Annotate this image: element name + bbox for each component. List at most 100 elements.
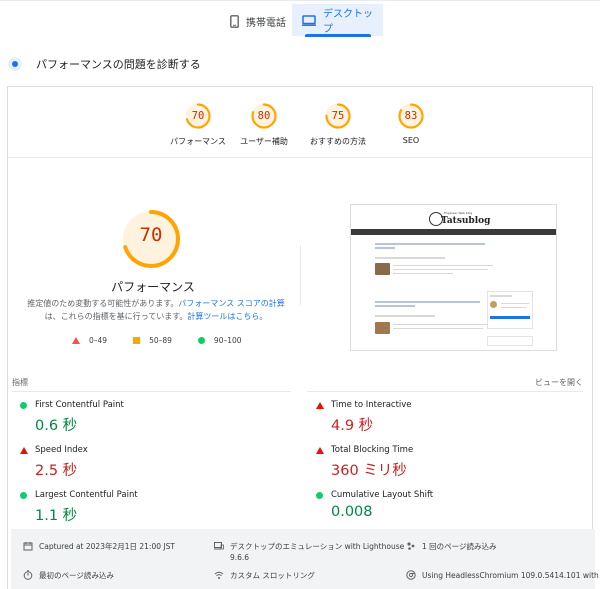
good-circle-icon [315, 491, 325, 501]
post-excerpt-line [393, 273, 453, 274]
throttling-info: カスタム スロットリング [214, 570, 315, 581]
metrics-rule [12, 391, 291, 392]
profile-avatar [490, 301, 497, 308]
diagnose-section-header: パフォーマンスの問題を診断する [8, 56, 201, 72]
score-calc-link[interactable]: パフォーマンス スコアの計算 [178, 299, 284, 308]
legend-label: 90–100 [213, 336, 242, 345]
throttling-text: カスタム スロットリング [230, 571, 315, 580]
good-circle-icon [19, 491, 29, 501]
vertical-divider [300, 245, 301, 305]
metric-name: Time to Interactive [331, 400, 412, 410]
post-title-line [375, 301, 480, 303]
performance-title: パフォーマンス [111, 280, 195, 294]
wifi-icon [214, 571, 224, 579]
legend-label: 50–89 [149, 336, 172, 345]
post-title-line [375, 247, 395, 249]
performance-score: 70 [139, 224, 163, 246]
post-thumbnail [375, 322, 390, 334]
post-excerpt-line [393, 265, 493, 266]
legend-average: 50–89 [133, 336, 172, 345]
logo-sub: Engineer Web blog [444, 211, 473, 215]
post-meta-line [375, 315, 435, 317]
timer-icon [23, 570, 33, 580]
desc-text: 推定値のため変動する可能性があります。 [27, 299, 179, 308]
site-logo: Engineer Web blog Tatsublog [429, 210, 491, 228]
runtime-settings: Captured at 2023年2月1日 21:00 JST デスクトップのエ… [11, 529, 600, 589]
square-icon [133, 337, 141, 344]
emulation-version: 9.6.6 [230, 553, 250, 562]
load-count-text: 1 回のページ読み込み [422, 542, 497, 551]
performance-description: 推定値のため変動する可能性があります。パフォーマンス スコアの計算 は、これらの… [20, 297, 292, 323]
gauge-best-practices[interactable]: 75 おすすめの方法 [298, 102, 378, 147]
logo-text: Tatsublog [441, 216, 491, 226]
gauge-score: 83 [404, 110, 418, 122]
gauge-score: 75 [331, 110, 345, 122]
load-count-info: 1 回のページ読み込み [406, 541, 497, 552]
post-excerpt-line [393, 269, 488, 270]
emulation-label: デスクトップのエミュレーション with Lighthouse [230, 542, 405, 551]
widget-title-line [490, 295, 512, 297]
diagnose-dot-icon [8, 57, 22, 71]
sidebar-widget [487, 336, 533, 346]
initial-load-text: 最初のページ読み込み [39, 571, 114, 580]
category-gauges: 70 パフォーマンス 80 ユーザー補助 75 おすすめの方法 83 SEO [8, 102, 592, 152]
triangle-icon [72, 337, 80, 344]
calendar-icon [23, 542, 33, 551]
poor-triangle-icon [315, 446, 325, 456]
widget-text-line [501, 307, 526, 308]
metric-value: 360 ミリ秒 [331, 463, 407, 479]
widget-text-line [501, 303, 529, 304]
tab-desktop-label: デスクトップ [323, 9, 373, 35]
metric-name: Largest Contentful Paint [35, 490, 138, 500]
widget-button [490, 316, 530, 319]
tabs-top-border [0, 0, 600, 1]
metric-name: Cumulative Layout Shift [331, 490, 434, 500]
browser-text: Using HeadlessChromium 109.0.5414.101 wi… [422, 571, 600, 580]
metric-value: 0.008 [331, 504, 373, 520]
performance-gauge-large: 70 [120, 208, 182, 270]
post-thumbnail [375, 263, 390, 275]
emulation-text: デスクトップのエミュレーション with Lighthouse 9.6.6 [230, 541, 404, 563]
tab-mobile-label: 携帯電話 [246, 17, 286, 29]
gauge-accessibility[interactable]: 80 ユーザー補助 [224, 102, 304, 147]
page-screenshot[interactable]: Engineer Web blog Tatsublog [350, 204, 557, 351]
post-excerpt-line [393, 328, 483, 329]
expand-view-toggle[interactable]: ビューを開く [535, 377, 583, 388]
captured-text: Captured at 2023年2月1日 21:00 JST [39, 542, 175, 551]
calculator-link[interactable]: 計算ツールはこちら [187, 312, 259, 321]
desktop-icon [302, 14, 316, 26]
metric-value: 1.1 秒 [35, 508, 78, 524]
gauge-seo[interactable]: 83 SEO [371, 102, 451, 145]
active-tab-indicator [305, 34, 371, 37]
poor-triangle-icon [315, 401, 325, 411]
device-tabs: 携帯電話 デスクトップ [0, 0, 600, 38]
emulation-info: デスクトップのエミュレーション with Lighthouse 9.6.6 [214, 541, 404, 563]
tab-desktop[interactable]: デスクトップ [292, 4, 383, 36]
circle-icon [197, 337, 205, 344]
metric-value: 4.9 秒 [331, 418, 374, 434]
legend-poor: 0–49 [72, 336, 107, 345]
score-legend: 0–49 50–89 90–100 [72, 336, 242, 345]
tab-mobile[interactable]: 携帯電話 [220, 6, 296, 36]
metrics-heading: 指標 [12, 378, 28, 387]
metrics-rule [307, 391, 583, 392]
desc-text: は、これらの指標を基に行っています。 [44, 312, 188, 321]
gauge-label: SEO [402, 136, 420, 145]
post-title-line [375, 243, 485, 245]
poor-triangle-icon [19, 446, 29, 456]
desktop-device-icon [214, 542, 224, 550]
post-title-line [375, 305, 415, 307]
site-nav-bar [351, 229, 556, 235]
browser-info: Using HeadlessChromium 109.0.5414.101 wi… [406, 570, 600, 581]
legend-label: 0–49 [89, 336, 108, 345]
desc-text: 。 [259, 312, 268, 321]
card-divider [8, 157, 592, 158]
legend-good: 90–100 [197, 336, 242, 345]
report-card: 70 パフォーマンス 80 ユーザー補助 75 おすすめの方法 83 SEO 7… [7, 86, 593, 589]
post-meta-line [375, 257, 445, 259]
good-circle-icon [19, 401, 29, 411]
captured-info: Captured at 2023年2月1日 21:00 JST [23, 541, 175, 552]
post-excerpt-line [393, 324, 488, 325]
metric-value: 2.5 秒 [35, 463, 78, 479]
gauge-score: 80 [257, 110, 271, 122]
